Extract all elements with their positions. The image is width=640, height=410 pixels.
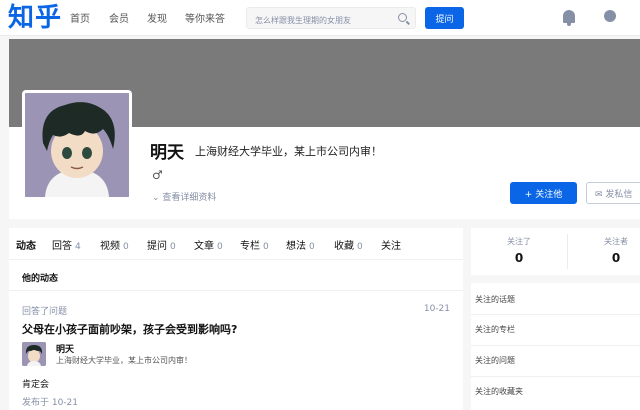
search-input[interactable] xyxy=(247,10,387,31)
followers-label: 关注者 xyxy=(604,237,628,246)
tab-questions[interactable]: 提问 0 xyxy=(147,237,176,252)
followed-collections-link[interactable]: 关注的收藏夹 xyxy=(475,386,523,397)
nav-waiting-answers[interactable]: 等你来答 xyxy=(185,10,225,25)
zhihu-logo[interactable]: 知乎 xyxy=(8,2,62,34)
author-headline: 上海财经大学毕业，某上市公司内审！ xyxy=(56,356,192,365)
followed-questions-link[interactable]: 关注的问题 xyxy=(475,355,515,366)
tab-collections[interactable]: 收藏 0 xyxy=(334,237,363,252)
search-icon[interactable] xyxy=(398,13,407,22)
tab-columns[interactable]: 专栏 0 xyxy=(240,237,269,252)
list-divider xyxy=(471,376,640,377)
answer-excerpt[interactable]: 肯定会 xyxy=(22,377,49,390)
author-avatar-illustration xyxy=(22,342,46,366)
tab-following[interactable]: 关注 xyxy=(381,237,404,252)
nav-discover[interactable]: 发现 xyxy=(147,10,167,25)
tab-articles[interactable]: 文章 0 xyxy=(194,237,223,252)
follow-stats-card: 关注了 0 关注者 0 xyxy=(471,228,640,275)
view-details-label: 查看详细资料 xyxy=(162,193,217,203)
tab-videos[interactable]: 视频 0 xyxy=(100,237,129,252)
activity-panel: 动态 回答 4 视频 0 提问 0 文章 0 专栏 0 想法 0 收藏 0 关注 他的动态 回… xyxy=(9,228,463,410)
following-label: 关注了 xyxy=(507,237,531,246)
male-gender-icon: ♂ xyxy=(152,168,163,182)
author-name[interactable]: 明天 xyxy=(56,342,74,355)
list-divider xyxy=(471,345,640,346)
question-title[interactable]: 父母在小孩子面前吵架，孩子会受到影响吗? xyxy=(22,321,237,337)
tab-thoughts[interactable]: 想法 0 xyxy=(286,237,315,252)
top-navbar: 知乎 首页 会员 发现 等你来答 提问 xyxy=(0,0,640,36)
profile-tabs: 动态 回答 4 视频 0 提问 0 文章 0 专栏 0 想法 0 收藏 0 关注 xyxy=(9,228,463,260)
ask-question-button[interactable]: 提问 xyxy=(425,7,464,29)
tab-activity[interactable]: 动态 xyxy=(16,237,39,252)
author-avatar[interactable] xyxy=(22,342,46,366)
view-details-link[interactable]: ⌄ 查看详细资料 xyxy=(152,190,216,203)
publish-date: 发布于 10-21 xyxy=(22,398,79,408)
send-message-label: 发私信 xyxy=(605,189,633,200)
followed-columns-link[interactable]: 关注的专栏 xyxy=(475,324,515,335)
following-list: 关注的话题 关注的专栏 关注的问题 关注的收藏夹 xyxy=(471,283,640,410)
profile-name: 明天 xyxy=(150,143,184,163)
following-stat[interactable]: 关注了 0 xyxy=(471,228,567,275)
activity-type: 回答了问题 xyxy=(22,307,68,317)
avatar-illustration xyxy=(25,93,129,197)
activity-date: 10-21 xyxy=(423,304,450,314)
profile-headline: 上海财经大学毕业，某上市公司内审！ xyxy=(195,145,382,158)
section-divider xyxy=(9,290,463,291)
nav-home[interactable]: 首页 xyxy=(70,10,90,25)
message-icon[interactable] xyxy=(604,10,616,22)
follow-button[interactable]: + 关注他 xyxy=(510,182,577,204)
list-divider xyxy=(471,314,640,315)
message-bubble-icon: ✉ xyxy=(595,189,606,200)
nav-membership[interactable]: 会员 xyxy=(109,10,129,25)
section-title: 他的动态 xyxy=(22,274,59,284)
followers-count: 0 xyxy=(611,251,621,265)
send-message-button[interactable]: ✉ 发私信 xyxy=(586,182,640,204)
search-box xyxy=(246,7,416,31)
user-avatar[interactable] xyxy=(22,90,132,200)
notification-bell-icon[interactable] xyxy=(563,10,575,26)
following-count: 0 xyxy=(514,251,524,265)
tab-answers[interactable]: 回答 4 xyxy=(52,237,81,252)
followers-stat[interactable]: 关注者 0 xyxy=(568,228,640,275)
followed-topics-link[interactable]: 关注的话题 xyxy=(475,294,515,305)
